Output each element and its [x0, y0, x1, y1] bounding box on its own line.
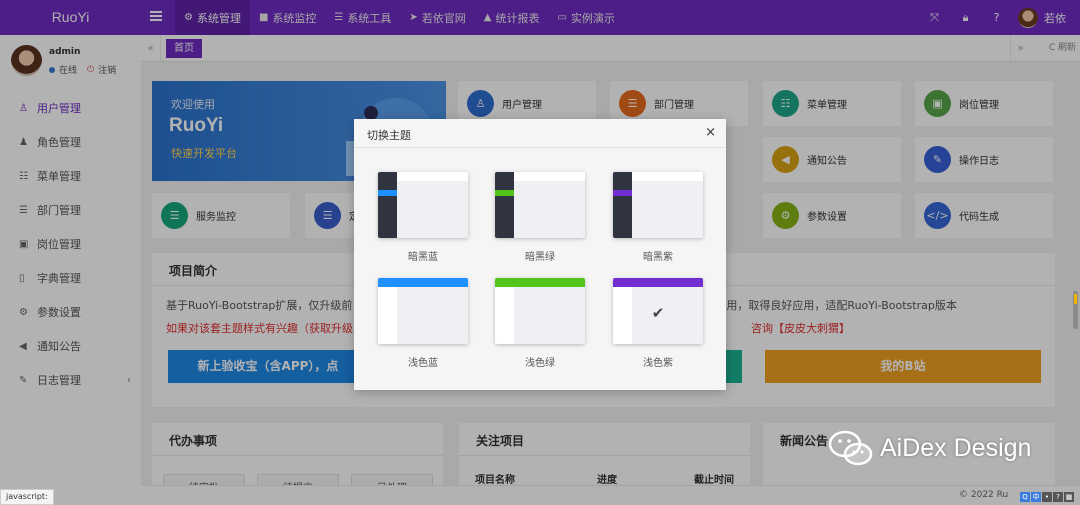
check-icon: ✔: [651, 304, 665, 322]
theme-label: 暗黑蓝: [408, 252, 438, 263]
browser-status-bar: javascript:: [0, 489, 54, 505]
theme-label: 浅色蓝: [408, 358, 438, 369]
theme-thumbnail[interactable]: [495, 172, 585, 238]
tray-icon[interactable]: ?: [1053, 492, 1063, 502]
theme-label: 暗黑绿: [525, 252, 555, 263]
tray-icon[interactable]: Q: [1020, 492, 1030, 502]
tray-icon[interactable]: 中: [1031, 492, 1041, 502]
close-icon[interactable]: ×: [705, 125, 716, 140]
theme-option[interactable]: 暗黑绿: [495, 172, 585, 263]
theme-thumbnail[interactable]: [378, 278, 468, 344]
theme-option[interactable]: 浅色蓝: [378, 278, 468, 369]
dialog-header: 切换主题 ×: [354, 119, 726, 148]
tray-icon[interactable]: •: [1042, 492, 1052, 502]
theme-option[interactable]: 浅色绿: [495, 278, 585, 369]
theme-label: 浅色紫: [643, 358, 673, 369]
theme-thumbnail[interactable]: [613, 172, 703, 238]
wechat-icon: [828, 430, 873, 466]
scrollbar-thumb[interactable]: [1073, 291, 1078, 329]
watermark-text: AiDex Design: [880, 433, 1032, 462]
theme-option[interactable]: 暗黑蓝: [378, 172, 468, 263]
theme-thumbnail[interactable]: [378, 172, 468, 238]
theme-switch-dialog: 切换主题 × 暗黑蓝 暗黑绿 暗黑紫浅色蓝 浅色绿 ✔ 浅色紫: [354, 119, 726, 390]
theme-option[interactable]: 暗黑紫: [613, 172, 703, 263]
theme-label: 暗黑紫: [643, 252, 673, 263]
theme-label: 浅色绿: [525, 358, 555, 369]
watermark: AiDex Design: [828, 428, 1031, 468]
dialog-title: 切换主题: [367, 129, 411, 142]
theme-option[interactable]: ✔ 浅色紫: [613, 278, 703, 369]
tray-icon[interactable]: ▦: [1064, 492, 1074, 502]
theme-thumbnail[interactable]: [495, 278, 585, 344]
system-tray: Q 中 •? ▦: [1019, 492, 1074, 504]
theme-thumbnail[interactable]: ✔: [613, 278, 703, 344]
